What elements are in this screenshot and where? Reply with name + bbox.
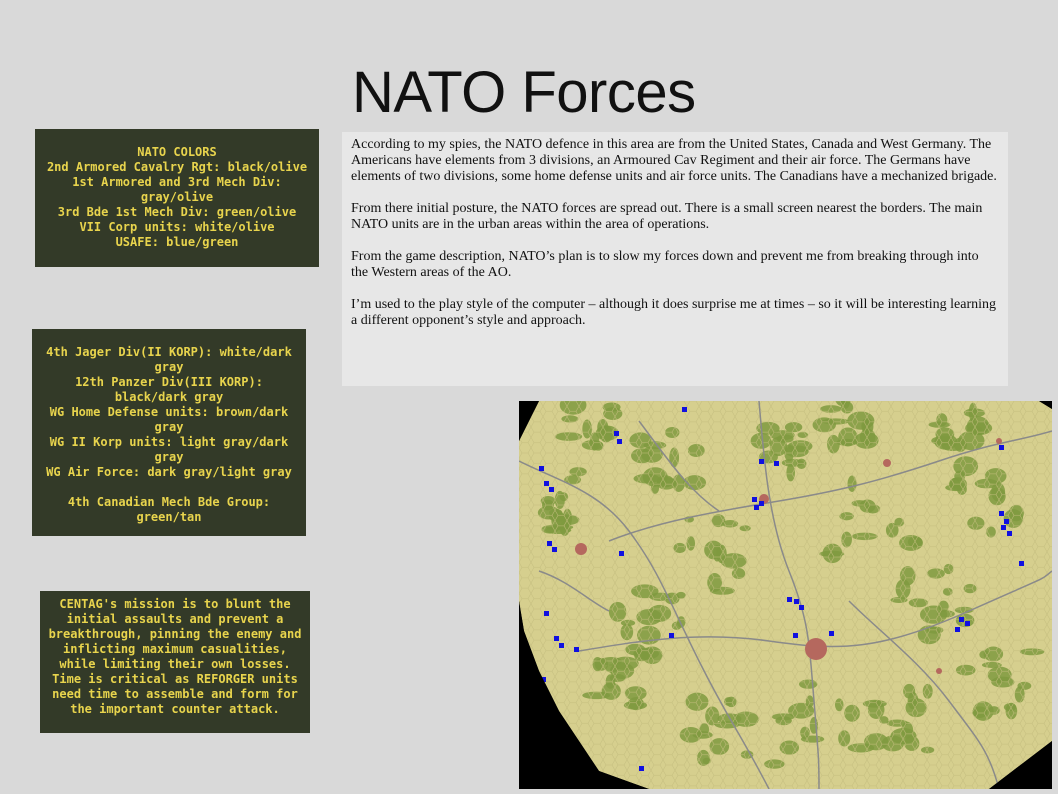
legend-line: 1st Armored and 3rd Mech Div: — [72, 175, 282, 189]
legend-line — [42, 480, 296, 495]
narrative-paragraph: From the game description, NATO’s plan i… — [351, 249, 979, 280]
legend-line: black/dark gray — [114, 390, 224, 404]
nato-colors-legend: NATO COLORS 2nd Armored Cavalry Rgt: bla… — [35, 129, 319, 267]
legend-line: 12th Panzer Div(III KORP): — [75, 375, 263, 389]
mission-line: inflicting maximum casualities, — [63, 642, 287, 656]
narrative-paragraph: From there initial posture, the NATO for… — [351, 201, 983, 232]
legend-line: WG Air Force: dark gray/light gray — [46, 465, 292, 479]
legend-line: green/tan — [136, 510, 202, 524]
legend-line: gray — [154, 420, 184, 434]
legend-line: VII Corp units: white/olive — [79, 220, 275, 234]
mission-line: initial assaults and prevent a — [66, 612, 284, 626]
legend-line: 4th Canadian Mech Bde Group: — [67, 495, 271, 509]
legend-line: 3rd Bde 1st Mech Div: green/olive — [57, 205, 297, 219]
mission-statement-box: CENTAG's mission is to blunt the initial… — [40, 591, 310, 733]
hex-map-screenshot — [519, 401, 1052, 789]
mission-line: CENTAG's mission is to blunt the — [59, 597, 291, 611]
narrative-paragraph: According to my spies, the NATO defence … — [351, 137, 997, 184]
slide-title: NATO Forces — [352, 60, 696, 125]
mission-line: the important counter attack. — [70, 702, 280, 716]
legend-line: 4th Jager Div(II KORP): white/dark — [46, 345, 292, 359]
legend-line: USAFE: blue/green — [115, 235, 239, 249]
legend-line: 2nd Armored Cavalry Rgt: black/olive — [46, 160, 308, 174]
legend-line: WG II Korp units: light gray/dark — [49, 435, 289, 449]
narrative-paragraph: I’m used to the play style of the comput… — [351, 297, 997, 328]
narrative-text-panel: According to my spies, the NATO defence … — [342, 132, 1008, 386]
legend-line: gray — [154, 450, 184, 464]
hex-map-icon — [519, 401, 1052, 789]
mission-line: breakthrough, pinning the enemy and — [48, 627, 302, 641]
legend-line: NATO COLORS — [137, 145, 217, 159]
legend-line: gray/olive — [140, 190, 214, 204]
mission-line: need time to assemble and form for — [52, 687, 298, 701]
wg-canadian-colors-legend: 4th Jager Div(II KORP): white/dark gray … — [32, 329, 306, 536]
mission-line: Time is critical as REFORGER units — [52, 672, 298, 686]
legend-line: gray — [154, 360, 184, 374]
mission-line: while limiting their own losses. — [59, 657, 291, 671]
legend-line: WG Home Defense units: brown/dark — [49, 405, 289, 419]
